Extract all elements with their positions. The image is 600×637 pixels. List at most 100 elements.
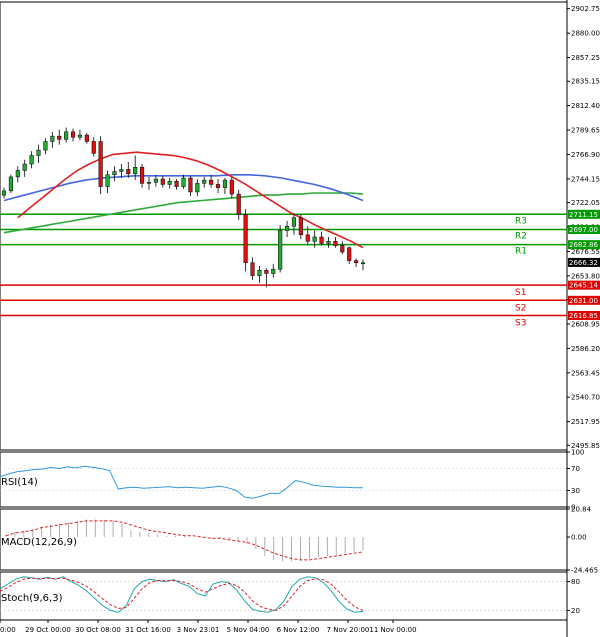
x-axis: 0:00 29 Oct 00:00 30 Oct 08:00 31 Oct 16:00… — [0, 620, 417, 634]
level-name-s1: S1 — [515, 288, 526, 298]
price-tick-label: 2517.95 — [571, 418, 600, 426]
candle-body — [285, 226, 290, 231]
candle-body — [319, 236, 324, 244]
price-tick-label: 2608.95 — [571, 320, 600, 328]
level-name-s3: S3 — [515, 318, 526, 328]
price-tick-label: 2902.75 — [571, 5, 600, 13]
price-plot-area — [0, 1, 568, 451]
candle-body — [291, 217, 297, 227]
level-name-r2: R2 — [515, 231, 527, 241]
candle-body — [181, 177, 186, 187]
candle-body — [160, 178, 165, 185]
level-name-r3: R3 — [515, 216, 527, 226]
x-tick-label: 29 Oct 00:00 — [25, 626, 71, 634]
candle-body — [250, 262, 255, 276]
price-tick-label: 2766.90 — [571, 151, 600, 159]
candle-body — [36, 149, 41, 156]
level-price-label: 2616.85 — [569, 312, 598, 320]
rsi-panel: 10070300RSI(14) — [0, 449, 584, 512]
indicator-plot-area — [0, 451, 568, 508]
indicator-tick-label: 20.84 — [571, 506, 592, 514]
x-tick-label: 5 Nov 04:00 — [227, 626, 270, 634]
indicator-tick-label: 70 — [571, 465, 580, 473]
candle-body — [70, 131, 76, 138]
candle-body — [15, 170, 20, 178]
indicator-name: Stoch(9,6,3) — [1, 593, 63, 604]
candle-body — [360, 262, 366, 265]
candle-body — [57, 135, 62, 140]
x-tick-label: 30 Oct 08:00 — [75, 626, 121, 634]
indicator-tick-label: 30 — [571, 487, 580, 495]
price-tick-label: 2880.00 — [571, 30, 600, 38]
candle-body — [333, 241, 338, 246]
candle-body — [105, 174, 110, 187]
candle-body — [50, 135, 55, 142]
candle-body — [140, 167, 145, 184]
price-tick-label: 2812.40 — [571, 102, 600, 110]
candle-body — [326, 241, 331, 244]
last-price-label: 2666.32 — [569, 259, 598, 267]
candle-body — [188, 177, 193, 193]
candle-body — [209, 179, 214, 185]
candle-body — [153, 178, 158, 183]
candle-body — [119, 169, 124, 172]
candle-body — [271, 268, 276, 274]
candle-body — [22, 163, 27, 171]
candle-body — [64, 131, 69, 140]
price-tick-label: 2789.65 — [571, 127, 600, 135]
indicator-tick-label: 0.00 — [571, 534, 587, 542]
indicator-tick-label: -24.465 — [571, 567, 598, 575]
candle-body — [215, 184, 221, 188]
level-price-label: 2645.14 — [569, 282, 598, 290]
indicator-plot-area — [0, 508, 568, 571]
stoch-panel: 80 20 Stoch(9,6,3) — [0, 571, 580, 621]
indicator-tick-label: 80 — [571, 578, 580, 586]
price-tick-label: 2722.05 — [571, 199, 600, 207]
candle-body — [126, 169, 131, 174]
price-tick-label: 2653.80 — [571, 272, 600, 280]
indicator-tick-label: 20 — [571, 607, 580, 615]
candle-body — [195, 183, 200, 193]
indicator-name: MACD(12,26,9) — [1, 537, 77, 548]
trading-chart: 2902.75 2880.00 2857.25 2835.15 2812.40 2789.… — [0, 0, 600, 637]
x-tick-label: 6 Nov 12:00 — [277, 626, 320, 634]
x-tick-label: 7 Nov 20:00 — [327, 626, 370, 634]
candle-body — [354, 260, 359, 264]
x-tick-label: 31 Oct 16:00 — [125, 626, 171, 634]
indicator-tick-label: 100 — [571, 449, 584, 457]
candle-body — [167, 180, 172, 185]
candle-body — [243, 214, 248, 264]
candle-body — [174, 180, 179, 187]
level-price-label: 2711.15 — [569, 211, 598, 219]
candle-body — [91, 141, 96, 154]
candle-body — [77, 134, 82, 138]
candle-body — [146, 182, 152, 184]
candle-body — [305, 234, 310, 242]
indicator-plot-area — [0, 571, 568, 621]
candle-body — [202, 179, 207, 184]
candle-body — [112, 171, 117, 176]
candle-body — [229, 179, 234, 195]
candle-body — [257, 270, 262, 276]
candle-body — [298, 217, 303, 236]
price-tick-label: 2540.70 — [571, 394, 600, 402]
level-price-label: 2631.00 — [569, 297, 598, 305]
price-tick-label: 2586.20 — [571, 345, 600, 353]
price-tick-label: 2744.15 — [571, 175, 600, 183]
candle-body — [84, 134, 89, 142]
candle-body — [340, 245, 345, 253]
candle-body — [29, 155, 34, 165]
x-tick-label: 11 Nov 00:00 — [369, 626, 416, 634]
x-tick-label: 3 Nov 23:01 — [177, 626, 220, 634]
candle-body — [236, 193, 241, 215]
candle-body — [222, 179, 227, 188]
level-price-label: 2682.86 — [569, 241, 598, 249]
x-tick-label: 0:00 — [0, 626, 16, 634]
candle-body — [8, 176, 13, 192]
candle-body — [133, 167, 138, 174]
candle-body — [98, 141, 103, 187]
candle-body — [43, 141, 48, 151]
level-name-s2: S2 — [515, 303, 526, 313]
macd-panel: 20.84 0.00 -24.465 MACD(12,26,9) — [0, 506, 598, 575]
indicator-name: RSI(14) — [1, 477, 38, 488]
